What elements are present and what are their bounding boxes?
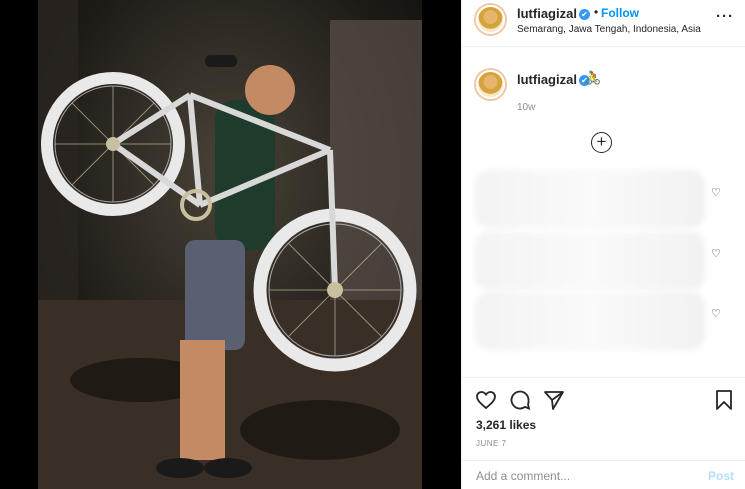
location-link[interactable]: Semarang, Jawa Tengah, Indonesia, Asia	[517, 24, 701, 35]
actions-section: 3,261 likes JUNE 7 Add a comment... Post	[462, 377, 745, 489]
bookmark-icon[interactable]	[712, 388, 736, 412]
post-header: lutfiagizal ✔ • Follow Semarang, Jawa Ten…	[462, 0, 745, 47]
caption-time: 10w	[517, 102, 536, 113]
heart-icon[interactable]	[474, 388, 498, 412]
comment-heart-icon[interactable]: ♡	[711, 307, 723, 320]
post-comment-button[interactable]: Post	[708, 469, 734, 483]
comment-row	[475, 292, 705, 350]
comment-row	[475, 232, 705, 290]
comment-icon[interactable]	[508, 388, 532, 412]
share-icon[interactable]	[542, 388, 566, 412]
comment-bar: Add a comment... Post	[462, 460, 745, 489]
avatar[interactable]	[476, 5, 505, 34]
verified-badge-icon: ✔	[578, 9, 590, 21]
comment-input[interactable]: Add a comment...	[476, 469, 570, 483]
follow-button[interactable]: Follow	[601, 6, 639, 20]
post-date[interactable]: JUNE 7	[476, 439, 507, 448]
header-username-text[interactable]: lutfiagizal	[517, 6, 577, 21]
photo-illustration	[0, 0, 461, 489]
comment-row	[475, 170, 705, 228]
comment-heart-icon[interactable]: ♡	[711, 247, 723, 260]
add-circle-icon[interactable]: +	[591, 132, 612, 153]
more-options-icon[interactable]: ···	[716, 8, 734, 25]
post-sidebar: lutfiagizal ✔ • Follow Semarang, Jawa Ten…	[461, 0, 745, 489]
post-photo[interactable]	[0, 0, 461, 489]
caption-username[interactable]: lutfiagizal ✔	[517, 72, 590, 87]
caption-avatar[interactable]	[476, 70, 505, 99]
post-viewer: lutfiagizal ✔ • Follow Semarang, Jawa Ten…	[0, 0, 745, 489]
likes-count[interactable]: 3,261 likes	[476, 418, 536, 432]
caption-username-text[interactable]: lutfiagizal	[517, 72, 577, 87]
comment-heart-icon[interactable]: ♡	[711, 186, 723, 199]
header-separator: •	[594, 5, 599, 19]
header-username[interactable]: lutfiagizal ✔	[517, 6, 590, 21]
caption-text: 🚴	[585, 70, 602, 85]
